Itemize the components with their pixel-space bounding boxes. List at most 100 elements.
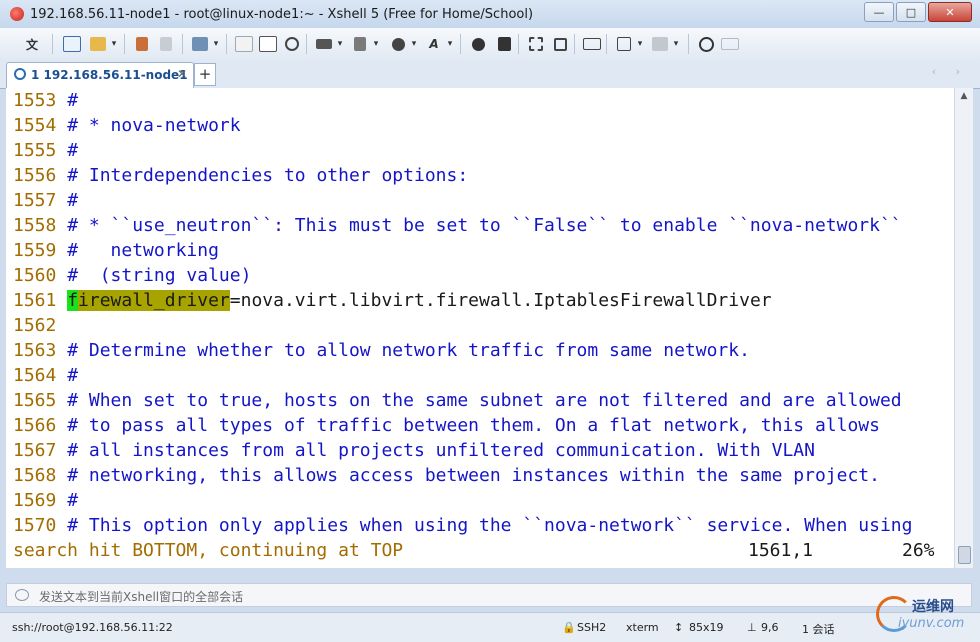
title-bar[interactable]: 192.168.56.11-node1 - root@linux-node1:~… <box>0 0 980 29</box>
paste-button[interactable] <box>258 34 278 54</box>
terminal-line: 1553 # <box>13 88 78 113</box>
send-target-icon[interactable] <box>15 589 29 601</box>
line-text: # When set to true, hosts on the same su… <box>67 390 902 411</box>
keyboard-icon <box>583 38 601 50</box>
open-dropdown[interactable]: ▾ <box>109 34 119 54</box>
line-text: # networking, this allows access between… <box>67 465 880 486</box>
line-text: # (string value) <box>67 265 252 286</box>
session-tab-bar: 1 192.168.56.11-node1 ✕ + ‹ › <box>0 60 980 89</box>
line-number: 1563 <box>13 340 57 361</box>
xftp-icon <box>471 37 485 51</box>
close-button[interactable]: ✕ <box>928 2 972 22</box>
open-button[interactable] <box>88 34 108 54</box>
lock-button[interactable] <box>550 34 570 54</box>
copy-icon <box>235 36 253 52</box>
line-number: 1553 <box>13 90 57 111</box>
tab-scroll-arrows[interactable]: ‹ › <box>932 65 968 78</box>
scrollbar-thumb[interactable] <box>958 546 971 564</box>
toolbar-separator <box>124 34 125 54</box>
watermark-text: 运维网 <box>912 599 954 615</box>
globe-dropdown[interactable]: ▾ <box>409 34 419 54</box>
terminal-line: 1567 # all instances from all projects u… <box>13 438 815 463</box>
font-dropdown[interactable]: ▾ <box>445 34 455 54</box>
line-text: # <box>67 90 79 111</box>
comment-icon <box>721 38 739 50</box>
properties-button[interactable] <box>190 34 210 54</box>
terminal-view[interactable]: 1553 # 1554 # * nova-network 1555 # 1556… <box>6 88 954 568</box>
session-count: 1 会话 <box>802 623 835 636</box>
new-session-icon <box>63 36 81 52</box>
layout-button[interactable] <box>650 34 670 54</box>
line-number: 1567 <box>13 440 57 461</box>
line-text: # networking <box>67 240 219 261</box>
terminal-line: 1559 # networking <box>13 238 219 263</box>
terminal-cursor: f <box>67 290 79 311</box>
properties-dropdown[interactable]: ▾ <box>211 34 221 54</box>
properties-icon <box>192 37 208 51</box>
tab-close-icon[interactable]: ✕ <box>177 67 187 81</box>
minimize-button[interactable]: — <box>864 2 894 22</box>
toolbar-separator <box>574 34 575 54</box>
disconnect-button[interactable] <box>156 34 176 54</box>
compose-input[interactable]: 发送文本到当前Xshell窗口的全部会话 <box>39 588 243 605</box>
find-button[interactable] <box>282 34 302 54</box>
line-text: # <box>67 190 79 211</box>
new-session-button[interactable] <box>62 34 82 54</box>
xmanager-icon <box>497 37 511 51</box>
disconnect-icon <box>160 37 172 51</box>
terminal-scrollbar[interactable]: ▲ <box>954 88 973 568</box>
terminal-line: 1554 # * nova-network <box>13 113 241 138</box>
print-dropdown[interactable]: ▾ <box>335 34 345 54</box>
terminal-line: 1563 # Determine whether to allow networ… <box>13 338 750 363</box>
tab-label: 1 192.168.56.11-node1 <box>31 68 188 82</box>
lock-icon: 🔒 <box>562 621 576 634</box>
layout-dropdown[interactable]: ▾ <box>671 34 681 54</box>
comment-button[interactable] <box>720 34 740 54</box>
watermark-domain: iyunv.com <box>898 616 965 631</box>
toolbar: 文 ▾ ▾ ▾ ▾ ▾ A ▾ ▾ ▾ <box>0 28 980 61</box>
xftp-button[interactable] <box>468 34 488 54</box>
terminal-line: 1565 # When set to true, hosts on the sa… <box>13 388 902 413</box>
status-bar: ssh://root@192.168.56.11:22 🔒 SSH2 xterm… <box>0 612 980 642</box>
scroll-up-icon[interactable]: ▲ <box>955 88 973 104</box>
line-number: 1565 <box>13 390 57 411</box>
tab-session-1[interactable]: 1 192.168.56.11-node1 ✕ <box>6 62 194 88</box>
line-text: # all instances from all projects unfilt… <box>67 440 815 461</box>
keyboard-button[interactable] <box>582 34 602 54</box>
line-text: # <box>67 140 79 161</box>
line-text: =nova.virt.libvirt.firewall.IptablesFire… <box>229 290 772 311</box>
toolbar-separator <box>460 34 461 54</box>
transfer-button[interactable] <box>350 34 370 54</box>
globe-button[interactable] <box>388 34 408 54</box>
line-text: # <box>67 365 79 386</box>
help-button[interactable] <box>696 34 716 54</box>
line-number: 1556 <box>13 165 57 186</box>
language-button[interactable]: 文 <box>18 34 46 54</box>
font-icon: A <box>429 37 439 51</box>
copy-button[interactable] <box>234 34 254 54</box>
lock-icon <box>553 37 567 51</box>
maximize-button[interactable]: □ <box>896 2 926 22</box>
new-tab-button[interactable]: + <box>194 63 216 86</box>
font-button[interactable]: A <box>424 34 444 54</box>
folder-icon <box>90 37 106 51</box>
print-button[interactable] <box>314 34 334 54</box>
toolbar-separator <box>52 34 53 54</box>
fullscreen-button[interactable] <box>526 34 546 54</box>
reconnect-button[interactable] <box>132 34 152 54</box>
xshell-window: 192.168.56.11-node1 - root@linux-node1:~… <box>0 0 980 642</box>
globe-icon <box>391 37 405 51</box>
print-icon <box>316 39 332 49</box>
line-number: 1570 <box>13 515 57 536</box>
resize-icon: ↕ <box>674 621 684 634</box>
terminal-line: 1562 <box>13 313 67 338</box>
xmanager-button[interactable] <box>494 34 514 54</box>
transfer-dropdown[interactable]: ▾ <box>371 34 381 54</box>
add-dropdown[interactable]: ▾ <box>635 34 645 54</box>
line-number: 1566 <box>13 415 57 436</box>
vim-cursor-position: 1561,1 <box>748 540 814 561</box>
add-button[interactable] <box>614 34 634 54</box>
paste-icon <box>259 36 277 52</box>
compose-bar[interactable]: 发送文本到当前Xshell窗口的全部会话 <box>6 583 972 607</box>
vim-status-message: search hit BOTTOM, continuing at TOP <box>13 540 404 561</box>
